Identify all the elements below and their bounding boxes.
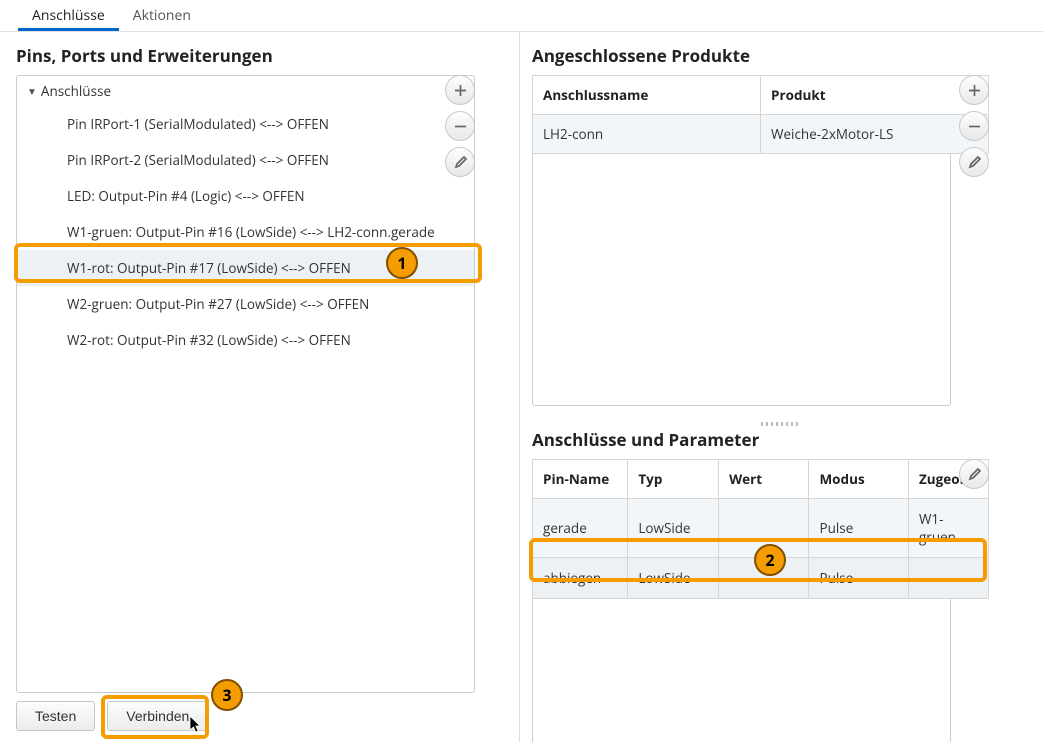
edit-product-button[interactable]: [959, 147, 989, 177]
cell-product: Weiche-2xMotor-LS: [761, 115, 989, 154]
col-mode[interactable]: Modus: [809, 460, 909, 499]
cell: abbiegen: [533, 558, 628, 599]
pencil-icon: [967, 467, 982, 482]
pencil-icon: [967, 155, 982, 170]
cell: W1-gruen: [908, 499, 988, 558]
pins-tree[interactable]: ▼ Anschlüsse Pin IRPort-1 (SerialModulat…: [16, 75, 475, 693]
plus-icon: [967, 83, 982, 98]
products-empty-area: [532, 154, 951, 406]
tree-root-connections[interactable]: ▼ Anschlüsse: [17, 76, 474, 106]
edit-pin-button[interactable]: [445, 147, 475, 177]
cell: LowSide: [628, 558, 719, 599]
tab-connections[interactable]: Anschlüsse: [18, 0, 119, 31]
annotation-badge-1: 1: [386, 247, 418, 279]
plus-icon: [453, 83, 468, 98]
cell: Pulse: [809, 558, 909, 599]
test-button[interactable]: Testen: [16, 701, 95, 731]
minus-icon: [967, 119, 982, 134]
tree-item[interactable]: W2-gruen: Output-Pin #27 (LowSide) <--> …: [17, 286, 474, 322]
add-pin-button[interactable]: [445, 75, 475, 105]
params-heading: Anschlüsse und Parameter: [532, 428, 1027, 451]
col-value[interactable]: Wert: [719, 460, 809, 499]
annotation-badge-3: 3: [211, 679, 243, 711]
cell: LowSide: [628, 499, 719, 558]
edit-param-button[interactable]: [959, 459, 989, 489]
remove-pin-button[interactable]: [445, 111, 475, 141]
pencil-icon: [453, 155, 468, 170]
tree-item[interactable]: Pin IRPort-1 (SerialModulated) <--> OFFE…: [17, 106, 474, 142]
table-row[interactable]: LH2-conn Weiche-2xMotor-LS: [533, 115, 989, 154]
tree-item[interactable]: Pin IRPort-2 (SerialModulated) <--> OFFE…: [17, 142, 474, 178]
cell-conn-name: LH2-conn: [533, 115, 761, 154]
products-heading: Angeschlossene Produkte: [532, 44, 1027, 67]
pins-heading: Pins, Ports und Erweiterungen: [16, 44, 513, 67]
col-product[interactable]: Produkt: [761, 76, 989, 115]
add-product-button[interactable]: [959, 75, 989, 105]
params-empty-area: [532, 599, 951, 742]
col-connection-name[interactable]: Anschlussname: [533, 76, 761, 115]
cell: gerade: [533, 499, 628, 558]
remove-product-button[interactable]: [959, 111, 989, 141]
params-table[interactable]: Pin-Name Typ Wert Modus Zugeord… gerade …: [532, 459, 989, 599]
annotation-badge-2: 2: [754, 544, 786, 576]
minus-icon: [453, 119, 468, 134]
col-type[interactable]: Typ: [628, 460, 719, 499]
tree-item[interactable]: W1-gruen: Output-Pin #16 (LowSide) <--> …: [17, 214, 474, 250]
tree-item[interactable]: W2-rot: Output-Pin #32 (LowSide) <--> OF…: [17, 322, 474, 358]
caret-down-icon: ▼: [27, 84, 37, 98]
products-table[interactable]: Anschlussname Produkt LH2-conn Weiche-2x…: [532, 75, 989, 154]
cell: Pulse: [809, 499, 909, 558]
tree-item[interactable]: LED: Output-Pin #4 (Logic) <--> OFFEN: [17, 178, 474, 214]
cell: [908, 558, 988, 599]
col-pin-name[interactable]: Pin-Name: [533, 460, 628, 499]
mouse-cursor-icon: [189, 715, 203, 733]
tab-bar: Anschlüsse Aktionen: [0, 0, 1043, 32]
tab-actions[interactable]: Aktionen: [119, 0, 205, 31]
tree-root-label: Anschlüsse: [41, 82, 111, 100]
